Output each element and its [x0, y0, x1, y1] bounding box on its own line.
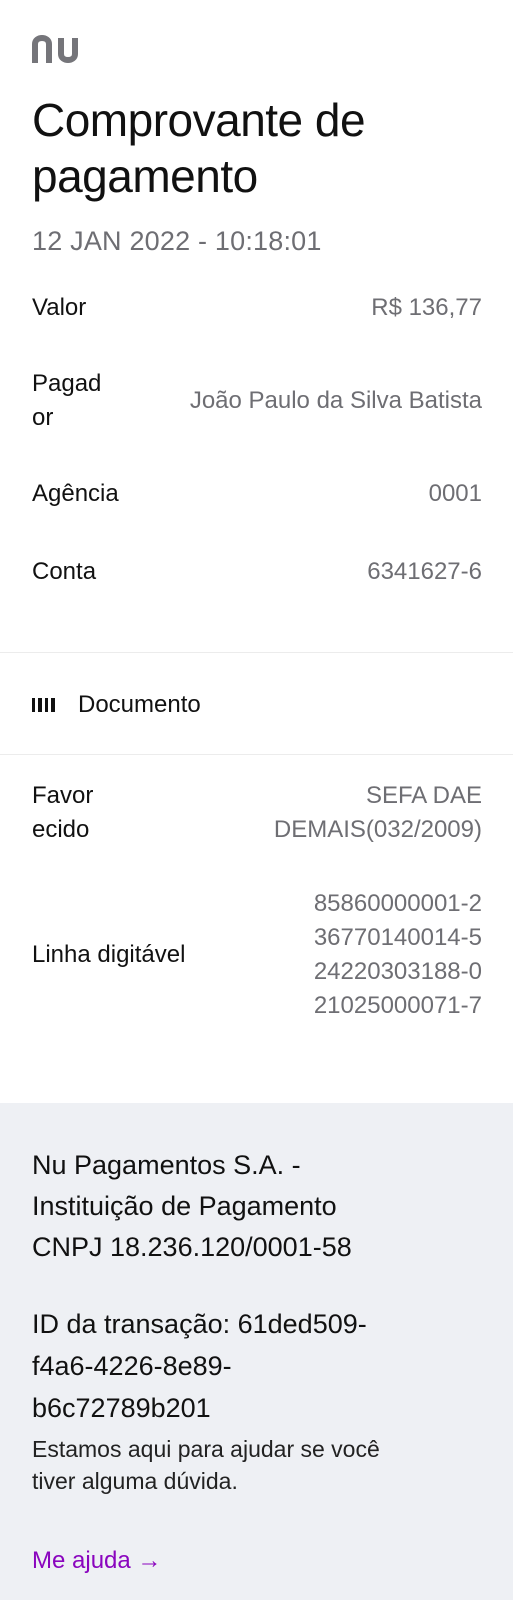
valor-value: R$ 136,77 [371, 294, 482, 321]
conta-row: Conta 6341627-6 [32, 555, 482, 589]
transaction-id: ID da transação: 61ded509- f4a6-4226-8e8… [32, 1309, 367, 1423]
conta-label: Conta [32, 558, 97, 585]
favorecido-label: Favor ecido [32, 782, 94, 843]
payment-datetime: 12 JAN 2022 - 10:18:01 [32, 226, 322, 256]
company-info: Nu Pagamentos S.A. - Instituição de Paga… [32, 1150, 352, 1262]
favorecido-row: Favor ecido SEFA DAE DEMAIS(032/2009) [32, 779, 482, 847]
help-text: Estamos aqui para ajudar se você tiver a… [32, 1436, 380, 1494]
documento-header: Documento [32, 688, 201, 722]
pagador-value: João Paulo da Silva Batista [189, 387, 482, 414]
agencia-value: 0001 [428, 480, 482, 507]
page-title: Comprovante de pagamento [32, 94, 366, 202]
agencia-row: Agência 0001 [32, 477, 482, 511]
valor-row: Valor R$ 136,77 [32, 291, 482, 325]
documento-heading: Documento [78, 691, 201, 718]
divider [0, 652, 513, 653]
linha-digitavel-label: Linha digitável [32, 941, 186, 968]
linha-digitavel-value: 85860000001-2 36770140014-5 24220303188-… [313, 890, 482, 1019]
footer-panel: Nu Pagamentos S.A. - Instituição de Paga… [0, 1103, 513, 1600]
favorecido-value: SEFA DAE DEMAIS(032/2009) [273, 782, 482, 843]
agencia-label: Agência [32, 480, 119, 507]
pagador-row: Pagad or João Paulo da Silva Batista [32, 367, 482, 435]
help-link[interactable]: Me ajuda → [32, 1545, 161, 1577]
barcode-icon [32, 698, 55, 712]
divider [0, 754, 513, 755]
pagador-label: Pagad or [32, 370, 102, 431]
conta-value: 6341627-6 [367, 558, 482, 585]
valor-label: Valor [32, 294, 87, 321]
linha-digitavel-row: Linha digitável 85860000001-2 3677014001… [32, 887, 482, 1023]
nu-logo-icon [32, 35, 78, 63]
